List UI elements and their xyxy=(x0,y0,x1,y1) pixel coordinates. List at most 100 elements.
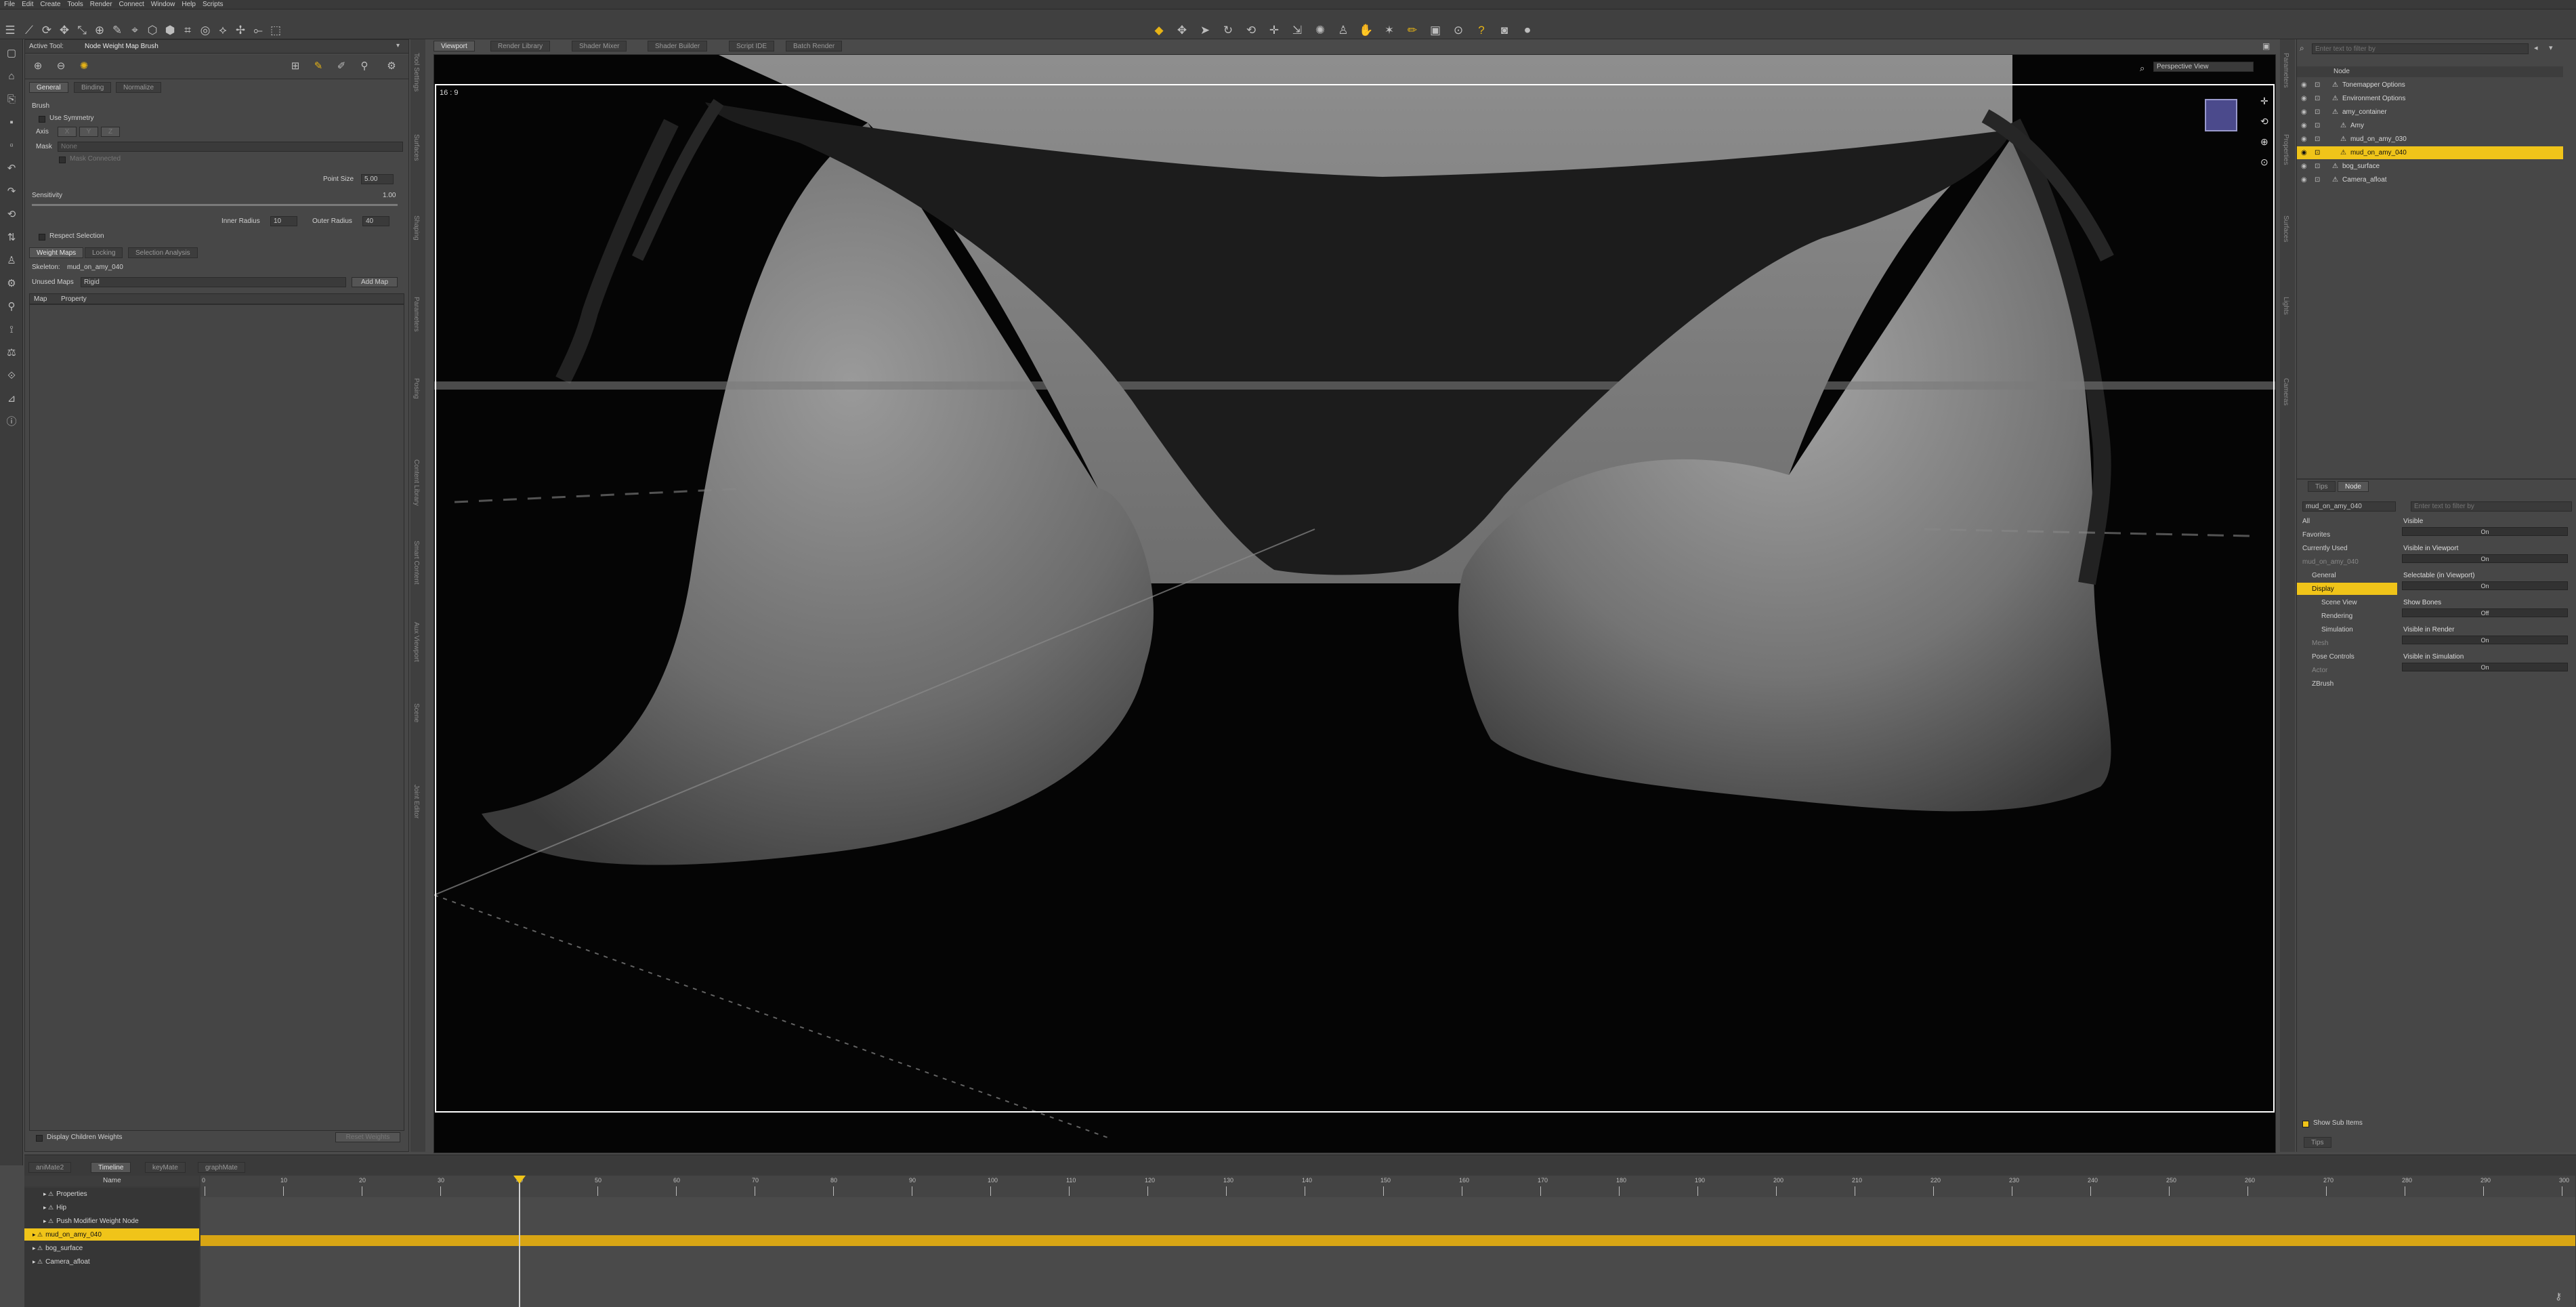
node-weight-tool-icon[interactable]: ⌖ xyxy=(127,23,142,38)
tab-script-ide[interactable]: Script IDE xyxy=(729,41,775,51)
hand-icon[interactable]: ✋ xyxy=(1359,23,1374,38)
menu-item-scripts[interactable]: Scripts xyxy=(203,1,224,8)
tab-graphmate[interactable]: graphMate xyxy=(198,1162,245,1173)
property-value[interactable]: On xyxy=(2402,527,2568,536)
lock-icon[interactable]: ⊡ xyxy=(2315,136,2321,143)
visibility-eye-icon[interactable]: ◉ xyxy=(2301,108,2308,116)
region-tool-icon[interactable]: ⌗ xyxy=(180,23,195,38)
viewport[interactable]: 16 : 9 ⌕ Perspective View ✛ ⟲ ⊕ ⊙ xyxy=(434,54,2276,1153)
menu-item-connect[interactable]: Connect xyxy=(119,1,144,8)
light-icon[interactable]: ✶ xyxy=(1382,23,1397,38)
info-icon[interactable]: ⓘ xyxy=(4,415,19,430)
view-select[interactable]: Perspective View xyxy=(2153,62,2254,72)
property-value[interactable]: On xyxy=(2402,636,2568,644)
pose-icon[interactable]: ♙ xyxy=(4,253,19,268)
menu-item-help[interactable]: Help xyxy=(182,1,196,8)
timeline-ruler[interactable]: 0102030405060708090100110120130140150160… xyxy=(200,1176,2575,1197)
translate-icon[interactable]: ✛ xyxy=(1267,23,1282,38)
tab-shader-builder[interactable]: Shader Builder xyxy=(648,41,708,51)
visibility-eye-icon[interactable]: ◉ xyxy=(2301,163,2308,170)
weight-icon[interactable]: ⚖ xyxy=(4,346,19,360)
reset-icon[interactable]: ⟲ xyxy=(4,207,19,222)
outer-radius-field[interactable]: 40 xyxy=(362,216,389,226)
expand-icon[interactable]: ▸ ⚠ xyxy=(33,1258,43,1266)
figure-icon[interactable]: ♙ xyxy=(1336,23,1351,38)
pan-icon[interactable]: ✛ xyxy=(2260,96,2268,107)
viewport-options-icon[interactable]: ▣ xyxy=(2262,41,2270,51)
lock-icon[interactable]: ⊡ xyxy=(2315,95,2321,102)
figure-setup-icon[interactable]: ⚙ xyxy=(4,276,19,291)
timeline-row[interactable]: ▸ ⚠ Push Modifier Weight Node xyxy=(24,1215,199,1227)
playhead-marker[interactable] xyxy=(513,1176,526,1184)
add-map-button[interactable]: Add Map xyxy=(352,277,398,287)
timeline-row[interactable]: ▸ ⚠ bog_surface xyxy=(24,1242,199,1254)
property-value[interactable]: On xyxy=(2402,663,2568,671)
scene-item[interactable]: ◉ ⊡ ⚠ mud_on_amy_040 xyxy=(2297,146,2563,159)
point-size-field[interactable]: 5.00 xyxy=(361,174,394,184)
tab-general[interactable]: General xyxy=(29,82,68,93)
tab-keymate[interactable]: keyMate xyxy=(145,1162,186,1173)
tab-animate2[interactable]: aniMate2 xyxy=(28,1162,72,1173)
sync-icon[interactable]: ⇅ xyxy=(4,230,19,245)
settings-gear-icon[interactable]: ⚙ xyxy=(384,59,399,74)
axis-y-button[interactable]: Y xyxy=(79,127,98,137)
merge-icon[interactable]: ⎘ xyxy=(4,92,19,107)
tab-binding[interactable]: Binding xyxy=(74,82,112,93)
left-vtab-aux-viewport[interactable]: Aux Viewport xyxy=(413,622,420,662)
weight-brush-icon[interactable]: ✺ xyxy=(1313,23,1328,38)
tab-weight-maps[interactable]: Weight Maps xyxy=(29,247,84,258)
display-children-checkbox[interactable] xyxy=(36,1135,43,1142)
scene-item[interactable]: ◉ ⊡ ⚠ mud_on_amy_030 xyxy=(2297,133,2563,146)
show-sub-items-checkbox[interactable] xyxy=(2302,1121,2309,1127)
rotate-icon[interactable]: ↻ xyxy=(1221,23,1236,38)
expand-icon[interactable]: ▸ ⚠ xyxy=(43,1190,54,1198)
tab-selection-analysis[interactable]: Selection Analysis xyxy=(128,247,198,258)
right-vtab-properties[interactable]: Properties xyxy=(2282,134,2289,165)
brush-subtract-icon[interactable]: ⊖ xyxy=(54,59,68,74)
visibility-eye-icon[interactable]: ◉ xyxy=(2301,149,2308,157)
menu-item-render[interactable]: Render xyxy=(90,1,112,8)
surface-selection-icon[interactable]: ◎ xyxy=(198,23,213,38)
expand-icon[interactable]: ▸ ⚠ xyxy=(43,1204,54,1211)
tab-shader-mixer[interactable]: Shader Mixer xyxy=(572,41,627,51)
scale-tool-icon[interactable]: ⤡ xyxy=(75,23,89,38)
scene-item[interactable]: ◉ ⊡ ⚠ Environment Options xyxy=(2297,92,2563,105)
left-vtab-tool-settings[interactable]: Tool Settings xyxy=(413,53,420,91)
expand-icon[interactable]: ▸ ⚠ xyxy=(33,1231,43,1239)
spot-render-icon[interactable]: ⬢ xyxy=(163,23,177,38)
right-vtab-surfaces[interactable]: Surfaces xyxy=(2282,215,2289,242)
visibility-eye-icon[interactable]: ◉ xyxy=(2301,136,2308,143)
redo-icon[interactable]: ↷ xyxy=(4,184,19,199)
unused-maps-select[interactable]: Rigid xyxy=(81,277,346,287)
orbit-icon[interactable]: ⟲ xyxy=(1244,23,1259,38)
scale-icon[interactable]: ⇲ xyxy=(1290,23,1305,38)
key-icon[interactable]: ⚷ xyxy=(2555,1291,2562,1302)
morph-tool-icon[interactable]: ✎ xyxy=(110,23,125,38)
lock-icon[interactable]: ⊡ xyxy=(2315,163,2321,170)
joint-editor-icon[interactable]: ⊕ xyxy=(92,23,107,38)
tab-locking[interactable]: Locking xyxy=(85,247,123,258)
property-value[interactable]: Off xyxy=(2402,608,2568,617)
brush-smooth-icon[interactable]: ✺ xyxy=(77,59,91,74)
property-value[interactable]: On xyxy=(2402,581,2568,590)
right-vtab-cameras[interactable]: Cameras xyxy=(2282,378,2289,406)
scene-item[interactable]: ◉ ⊡ ⚠ Tonemapper Options xyxy=(2297,79,2563,91)
menu-item-edit[interactable]: Edit xyxy=(22,1,33,8)
respect-selection-checkbox[interactable] xyxy=(39,234,45,241)
timeline-row[interactable]: ▸ ⚠ Properties xyxy=(24,1188,199,1200)
reset-weights-button[interactable]: Reset Weights xyxy=(335,1132,400,1142)
lock-icon[interactable]: ⊡ xyxy=(2315,108,2321,116)
map-tool-icon[interactable]: ⊞ xyxy=(288,59,303,74)
use-symmetry-checkbox[interactable] xyxy=(39,116,45,123)
fill-icon[interactable]: ⚲ xyxy=(357,59,372,74)
timeline-track[interactable]: 0102030405060708090100110120130140150160… xyxy=(200,1176,2575,1307)
expand-icon[interactable]: ▸ ⚠ xyxy=(43,1218,54,1225)
left-vtab-surfaces[interactable]: Surfaces xyxy=(413,134,420,161)
camera-icon[interactable]: ⏺ xyxy=(1520,23,1535,38)
rotate-tool-icon[interactable]: ⟳ xyxy=(39,23,54,38)
visibility-eye-icon[interactable]: ◉ xyxy=(2301,122,2308,129)
sensitivity-slider[interactable] xyxy=(32,204,398,206)
eraser-icon[interactable]: ✐ xyxy=(334,59,349,74)
left-vtab-shaping[interactable]: Shaping xyxy=(413,215,420,241)
align-icon[interactable]: ⟜ xyxy=(251,23,266,38)
